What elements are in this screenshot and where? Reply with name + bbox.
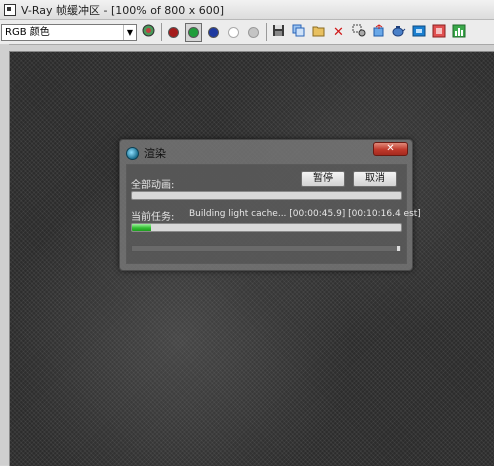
close-button[interactable]: ✕ (373, 142, 408, 156)
monochrome-button[interactable] (245, 23, 262, 42)
display-correction-button[interactable] (410, 23, 427, 42)
dialog-title-bar: 渲染 (126, 145, 166, 161)
red-channel-icon (168, 26, 179, 38)
green-channel-icon (188, 26, 199, 38)
red-channel-button[interactable] (165, 23, 182, 42)
monochrome-icon (248, 26, 259, 38)
green-channel-button[interactable] (185, 22, 202, 42)
chevron-down-icon: ▼ (123, 24, 136, 40)
cancel-button[interactable]: 取消 (353, 171, 397, 187)
channel-select[interactable]: RGB 颜色 ▼ (1, 23, 137, 41)
dialog-body: 全部动画: 暂停 取消 当前任务: Building light cache..… (126, 164, 421, 264)
toolbar-separator (266, 23, 267, 41)
open-folder-icon (312, 25, 326, 40)
frame-border-left (0, 44, 9, 465)
render-app-icon (126, 146, 139, 160)
blue-channel-button[interactable] (205, 23, 222, 42)
color-correction-icon (142, 24, 155, 40)
region-render-icon (352, 24, 366, 40)
log-scrollbar-thumb[interactable] (397, 246, 400, 251)
teapot-render-button[interactable] (390, 23, 407, 42)
lut-icon (432, 24, 446, 41)
render-progress-dialog: 渲染 ✕ 全部动画: 暂停 取消 当前任务: Building light ca… (119, 139, 421, 271)
save-button[interactable] (270, 23, 287, 42)
app-icon (4, 3, 16, 16)
clear-button[interactable]: ✕ (330, 23, 347, 42)
close-icon: ✕ (386, 143, 395, 154)
region-render-button[interactable] (350, 23, 367, 42)
track-mouse-icon (372, 23, 386, 41)
pause-button[interactable]: 暂停 (301, 171, 345, 187)
copy-icon (292, 24, 305, 40)
overall-progress-label: 全部动画: (131, 180, 175, 191)
color-correction-button[interactable] (140, 23, 157, 42)
overall-progress-bar (131, 191, 402, 200)
lut-button[interactable] (430, 23, 447, 42)
display-correction-icon (412, 25, 426, 40)
alpha-channel-icon (228, 26, 239, 38)
track-mouse-button[interactable] (370, 23, 387, 42)
open-folder-button[interactable] (310, 23, 327, 42)
clear-icon: ✕ (333, 24, 344, 40)
histogram-button[interactable] (450, 23, 467, 42)
window-title-bar: V-Ray 帧缓冲区 - [100% of 800 x 600] (0, 0, 494, 20)
teapot-render-icon (391, 25, 406, 40)
copy-button[interactable] (290, 23, 307, 42)
toolbar-separator (161, 23, 162, 41)
task-progress-fill (132, 224, 151, 231)
task-progress-bar (131, 223, 402, 232)
current-task-label: 当前任务: (131, 212, 175, 223)
dialog-title: 渲染 (144, 147, 166, 160)
blue-channel-icon (208, 26, 219, 38)
alpha-channel-button[interactable] (225, 23, 242, 42)
log-scrollbar[interactable] (131, 245, 402, 252)
current-task-status: Building light cache... [00:00:45.9] [00… (189, 209, 421, 219)
histogram-icon (452, 24, 466, 41)
channel-select-value: RGB 颜色 (5, 26, 50, 38)
window-title: V-Ray 帧缓冲区 - [100% of 800 x 600] (21, 3, 225, 17)
save-icon (272, 24, 285, 40)
toolbar: RGB 颜色 ▼ ✕ (0, 20, 494, 45)
